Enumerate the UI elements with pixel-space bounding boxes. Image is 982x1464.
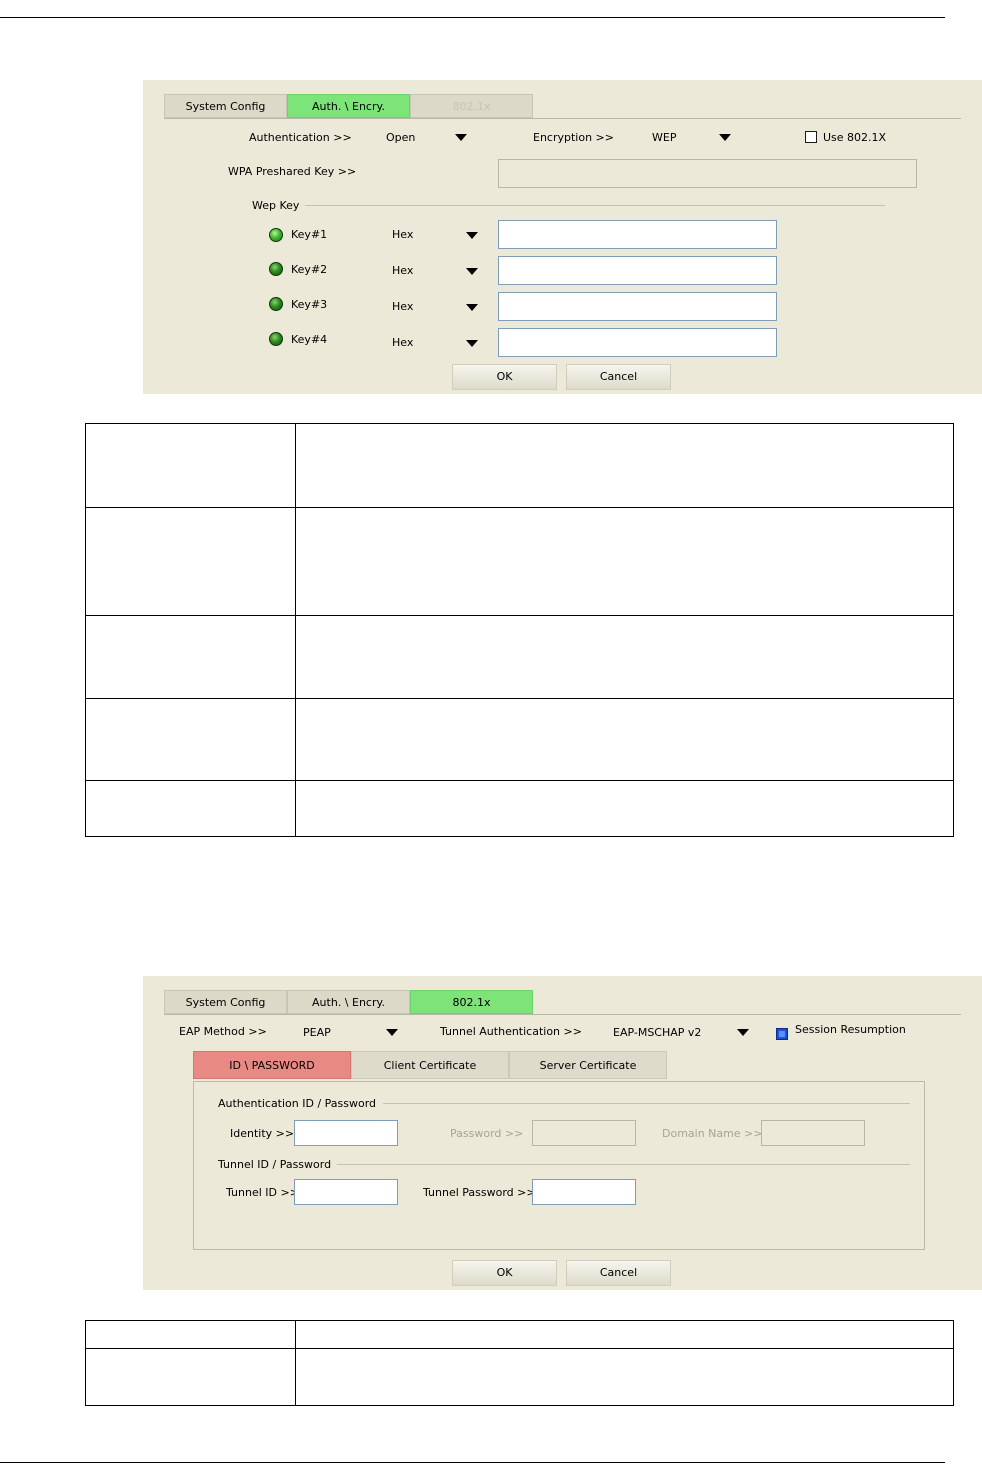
table-cell: [295, 780, 954, 837]
password-field[interactable]: [532, 1120, 636, 1146]
tunnel-id-field[interactable]: [294, 1179, 398, 1205]
use-8021x-label: Use 802.1X: [823, 131, 887, 144]
tab-bar: System Config Auth. \ Encry. 802.1x: [164, 94, 961, 119]
tab-bar: System Config Auth. \ Encry. 802.1x: [164, 990, 961, 1015]
subtab-bar: ID \ PASSWORD Client Certificate Server …: [193, 1051, 667, 1080]
eap-method-label: EAP Method >>: [179, 1025, 267, 1038]
domain-name-label: Domain Name >>: [662, 1127, 763, 1140]
key4-label: Key#4: [291, 333, 328, 346]
key2-format-dropdown-icon[interactable]: [466, 268, 478, 275]
key3-format[interactable]: Hex: [392, 300, 413, 313]
wpa-psk-label: WPA Preshared Key >>: [228, 165, 357, 178]
table-cell: [85, 1348, 296, 1406]
tunnel-auth-value[interactable]: EAP-MSCHAP v2: [613, 1026, 701, 1039]
key3-label: Key#3: [291, 298, 328, 311]
table-row: [85, 1348, 954, 1406]
subtab-client-certificate[interactable]: Client Certificate: [351, 1051, 509, 1079]
tunnel-group-label: Tunnel ID / Password: [218, 1158, 332, 1171]
key1-field[interactable]: [498, 220, 777, 249]
session-resumption-checkbox[interactable]: [776, 1028, 788, 1040]
key1-led-icon[interactable]: [269, 228, 283, 242]
key3-led-icon[interactable]: [269, 297, 283, 311]
8021x-panel: System Config Auth. \ Encry. 802.1x EAP …: [143, 976, 982, 1290]
subtab-server-certificate[interactable]: Server Certificate: [509, 1051, 667, 1079]
eap-method-dropdown-icon[interactable]: [386, 1029, 398, 1036]
table-cell: [295, 507, 954, 616]
authentication-label: Authentication >>: [249, 131, 352, 144]
tunnel-group-line: [337, 1164, 910, 1165]
tab-system-config[interactable]: System Config: [164, 990, 287, 1014]
table-row: [85, 698, 954, 781]
key4-format[interactable]: Hex: [392, 336, 413, 349]
encryption-value[interactable]: WEP: [652, 131, 676, 144]
key3-field[interactable]: [498, 292, 777, 321]
key2-format[interactable]: Hex: [392, 264, 413, 277]
table-cell: [295, 615, 954, 699]
auth-encryption-panel: System Config Auth. \ Encry. 802.1x Auth…: [143, 80, 982, 394]
key4-led-icon[interactable]: [269, 332, 283, 346]
tab-8021x[interactable]: 802.1x: [410, 990, 533, 1014]
tunnel-auth-label: Tunnel Authentication >>: [440, 1025, 582, 1038]
table-cell: [295, 1348, 954, 1406]
identity-field[interactable]: [294, 1120, 398, 1146]
auth-group-label: Authentication ID / Password: [218, 1097, 377, 1110]
key1-format[interactable]: Hex: [392, 228, 413, 241]
key4-format-dropdown-icon[interactable]: [466, 340, 478, 347]
tunnel-password-label: Tunnel Password >>: [423, 1186, 536, 1199]
wep-key-group-label: Wep Key: [252, 199, 300, 212]
settings-description-table: [85, 423, 954, 837]
authentication-dropdown-icon[interactable]: [455, 134, 467, 141]
auth-group-line: [383, 1103, 910, 1104]
authentication-value[interactable]: Open: [386, 131, 415, 144]
table-row: [85, 423, 954, 508]
wep-key-group-line: [305, 205, 885, 206]
key1-label: Key#1: [291, 228, 328, 241]
encryption-dropdown-icon[interactable]: [719, 134, 731, 141]
tunnel-password-field[interactable]: [532, 1179, 636, 1205]
table-cell: [85, 1320, 296, 1349]
table-cell: [295, 423, 954, 508]
tunnel-auth-dropdown-icon[interactable]: [737, 1029, 749, 1036]
eap-method-value[interactable]: PEAP: [303, 1026, 331, 1039]
table-cell: [85, 780, 296, 837]
ok-button[interactable]: OK: [452, 364, 557, 390]
key1-format-dropdown-icon[interactable]: [466, 232, 478, 239]
tunnel-id-label: Tunnel ID >>: [226, 1186, 299, 1199]
table-cell: [85, 507, 296, 616]
table-row: [85, 1320, 954, 1349]
identity-label: Identity >>: [230, 1127, 295, 1140]
wpa-psk-field[interactable]: [498, 159, 917, 188]
tab-auth-encry[interactable]: Auth. \ Encry.: [287, 990, 410, 1014]
table-row: [85, 507, 954, 616]
key2-label: Key#2: [291, 263, 328, 276]
table-cell: [85, 423, 296, 508]
key2-field[interactable]: [498, 256, 777, 285]
tab-system-config[interactable]: System Config: [164, 94, 287, 118]
cancel-button[interactable]: Cancel: [566, 364, 671, 390]
session-resumption-label: Session Resumption: [795, 1023, 906, 1036]
table-cell: [85, 615, 296, 699]
tab-auth-encry[interactable]: Auth. \ Encry.: [287, 94, 410, 118]
use-8021x-checkbox[interactable]: [805, 131, 817, 143]
key3-format-dropdown-icon[interactable]: [466, 304, 478, 311]
table-row: [85, 615, 954, 699]
footer-rule: [0, 1462, 945, 1463]
table-cell: [85, 698, 296, 781]
cancel-button[interactable]: Cancel: [566, 1260, 671, 1286]
tab-8021x[interactable]: 802.1x: [410, 94, 533, 118]
encryption-label: Encryption >>: [533, 131, 614, 144]
8021x-description-table: [85, 1320, 954, 1406]
domain-name-field[interactable]: [761, 1120, 865, 1146]
table-cell: [295, 698, 954, 781]
table-row: [85, 780, 954, 837]
key4-field[interactable]: [498, 328, 777, 357]
ok-button[interactable]: OK: [452, 1260, 557, 1286]
header-rule: [0, 17, 945, 18]
subtab-id-password[interactable]: ID \ PASSWORD: [193, 1051, 351, 1079]
password-label: Password >>: [450, 1127, 524, 1140]
key2-led-icon[interactable]: [269, 262, 283, 276]
table-cell: [295, 1320, 954, 1349]
